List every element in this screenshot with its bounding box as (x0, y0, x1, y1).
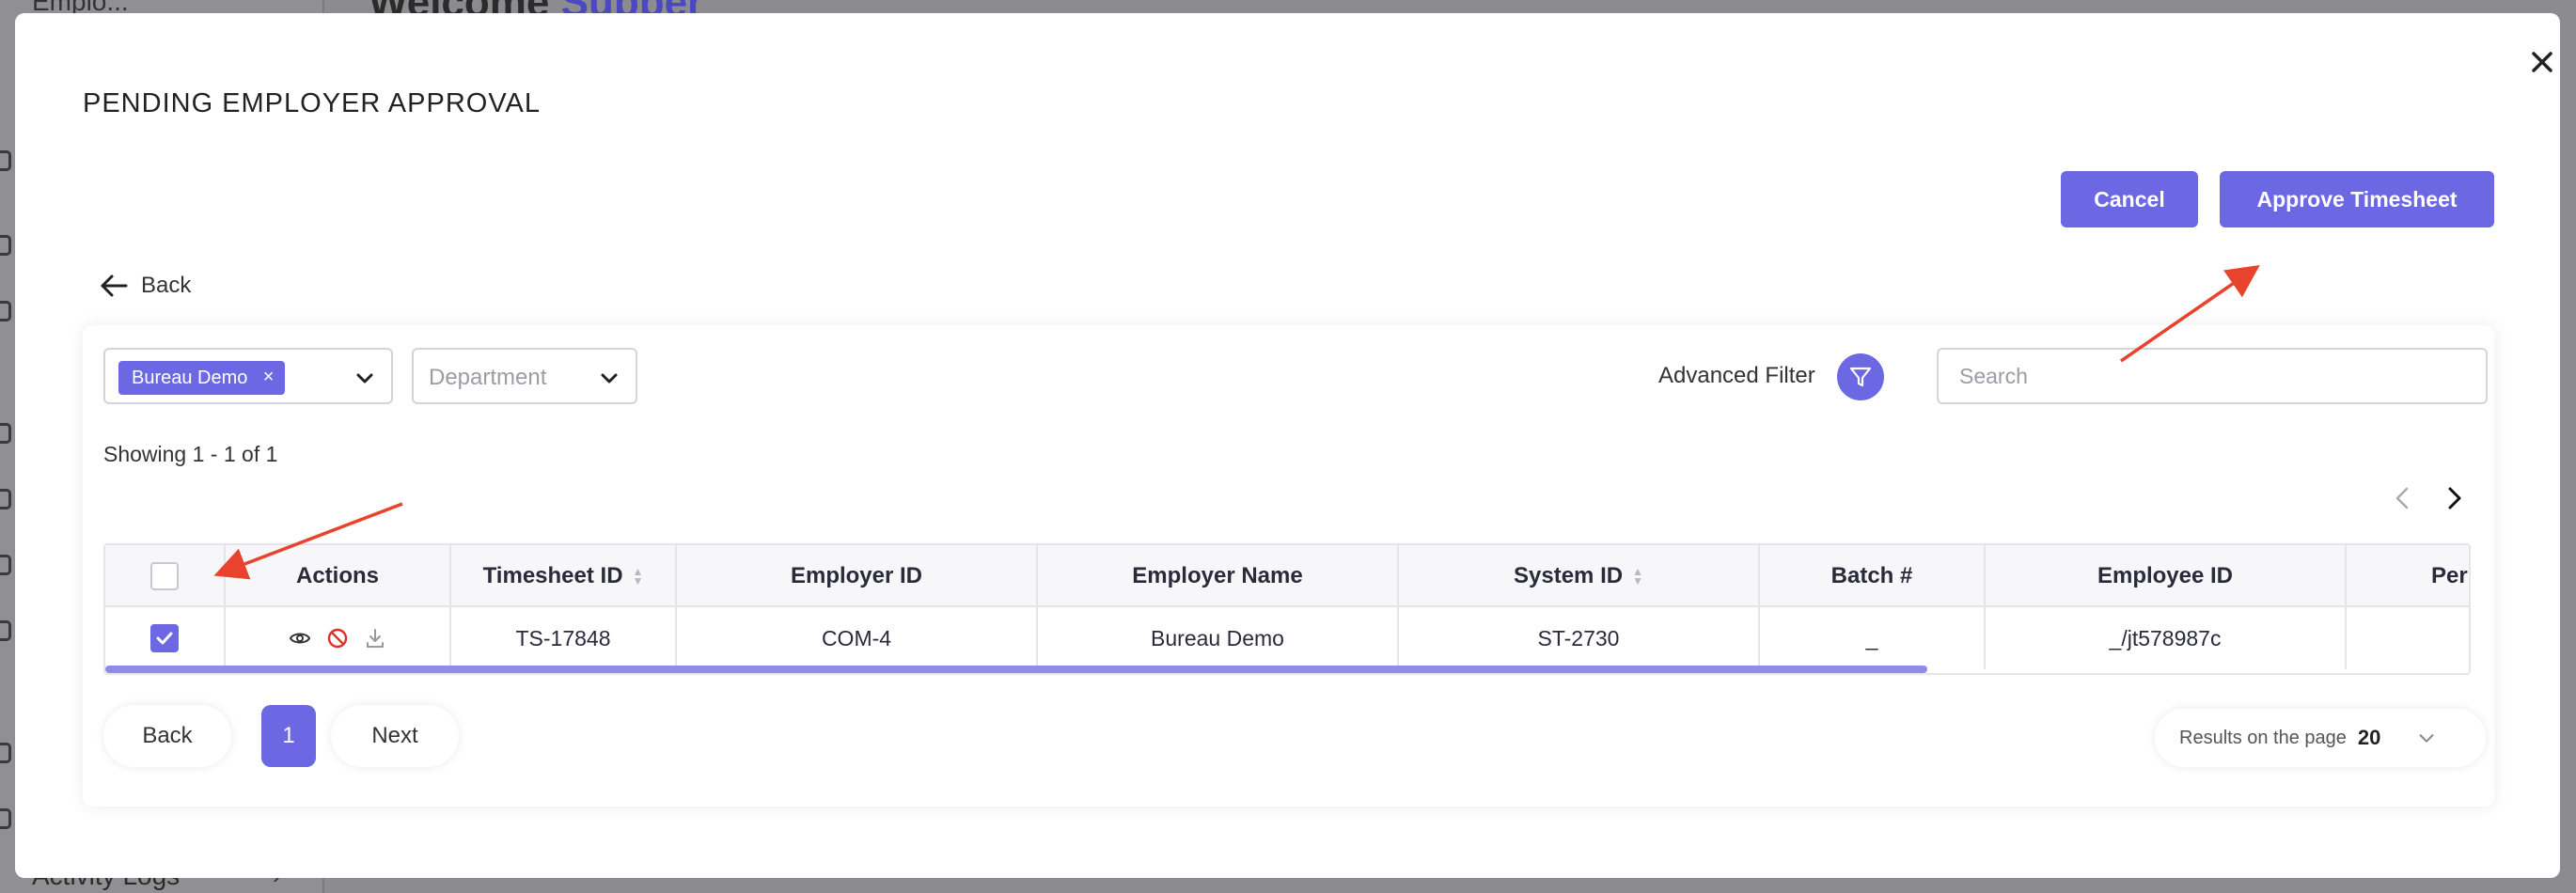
column-header-label: System ID (1514, 563, 1624, 588)
chevron-down-icon[interactable] (598, 367, 620, 389)
back-label: Back (141, 273, 192, 298)
column-header-period: Peri (2431, 563, 2471, 588)
sort-icon[interactable]: ▲ ▼ (633, 566, 644, 587)
search-input[interactable] (1937, 348, 2488, 404)
timesheet-card: Bureau Demo × Department Advanced Filter… (83, 325, 2494, 807)
row-actions-cell (226, 607, 451, 669)
chevron-left-icon[interactable] (2388, 483, 2418, 513)
back-link[interactable]: Back (100, 273, 191, 299)
cell-system-id: ST-2730 (1399, 607, 1760, 669)
department-placeholder: Department (429, 365, 547, 390)
column-header-actions: Actions (226, 545, 451, 607)
results-count: Showing 1 - 1 of 1 (103, 442, 278, 466)
sidebar-icon (0, 808, 11, 829)
chevron-down-icon[interactable] (353, 367, 376, 389)
cancel-button[interactable]: Cancel (2061, 171, 2198, 227)
table-row: TS-17848 COM-4 Bureau Demo ST-2730 _ _/j… (105, 607, 2469, 669)
close-icon[interactable] (2525, 45, 2559, 79)
cell-employer-name: Bureau Demo (1038, 607, 1399, 669)
column-header-employer-name: Employer Name (1038, 545, 1399, 607)
sort-icon[interactable]: ▲ ▼ (1632, 566, 1643, 587)
filter-button[interactable] (1837, 353, 1884, 400)
sidebar-icon (0, 555, 11, 575)
download-icon[interactable] (363, 626, 387, 650)
cell-batch: _ (1760, 607, 1986, 669)
sidebar-icon (0, 423, 11, 444)
column-header-batch: Batch # (1760, 545, 1986, 607)
cell-timesheet-id: TS-17848 (451, 607, 677, 669)
column-header-employee-id: Employee ID (1986, 545, 2347, 607)
row-checkbox[interactable] (150, 624, 179, 652)
horizontal-scrollbar[interactable] (105, 666, 1927, 673)
arrow-left-icon (101, 274, 128, 297)
eye-icon[interactable] (288, 626, 312, 650)
chevron-down-icon (2419, 734, 2434, 743)
results-per-page-select[interactable]: Results on the page 20 (2155, 709, 2486, 767)
sidebar-icon (0, 150, 11, 171)
column-header-timesheet-id[interactable]: Timesheet ID ▲ ▼ (451, 545, 677, 607)
row-select-cell (105, 607, 226, 669)
pagination-page-button[interactable]: 1 (261, 705, 316, 767)
advanced-filter-label: Advanced Filter (1658, 363, 1815, 388)
employer-chip-label: Bureau Demo (132, 367, 248, 388)
chevron-right-icon[interactable] (2439, 483, 2469, 513)
column-header-system-id[interactable]: System ID ▲ ▼ (1399, 545, 1760, 607)
select-all-cell (105, 545, 226, 607)
select-all-checkbox[interactable] (150, 562, 179, 590)
pagination-back-button[interactable]: Back (103, 705, 231, 767)
sidebar-icon (0, 489, 11, 509)
sidebar-icon (0, 743, 11, 763)
cell-employer-id: COM-4 (677, 607, 1038, 669)
sidebar-icon (0, 620, 11, 641)
employer-chip: Bureau Demo × (118, 361, 286, 395)
cell-period (2347, 607, 2469, 669)
cell-employee-id: _/jt578987c (1986, 607, 2347, 669)
modal-title: PENDING EMPLOYER APPROVAL (83, 88, 541, 118)
table-header-row: Actions Timesheet ID ▲ ▼ Employer ID Empl… (105, 545, 2471, 607)
department-select[interactable]: Department (412, 348, 637, 404)
chip-remove-icon[interactable]: × (263, 367, 275, 388)
approval-modal: PENDING EMPLOYER APPROVAL Cancel Approve… (15, 13, 2560, 878)
timesheet-table: Actions Timesheet ID ▲ ▼ Employer ID Empl… (103, 543, 2471, 675)
sidebar-icon (0, 235, 11, 256)
approve-timesheet-button[interactable]: Approve Timesheet (2220, 171, 2494, 227)
reject-icon[interactable] (325, 626, 350, 650)
column-header-employer-id: Employer ID (677, 545, 1038, 607)
column-header-label: Timesheet ID (482, 563, 623, 588)
checkmark-icon (156, 632, 173, 645)
sidebar-icon (0, 301, 11, 321)
filter-icon (1849, 367, 1872, 387)
results-per-page-label: Results on the page (2179, 727, 2347, 748)
results-per-page-value: 20 (2357, 726, 2381, 749)
pagination-next-button[interactable]: Next (331, 705, 459, 767)
employer-select[interactable]: Bureau Demo × (103, 348, 393, 404)
